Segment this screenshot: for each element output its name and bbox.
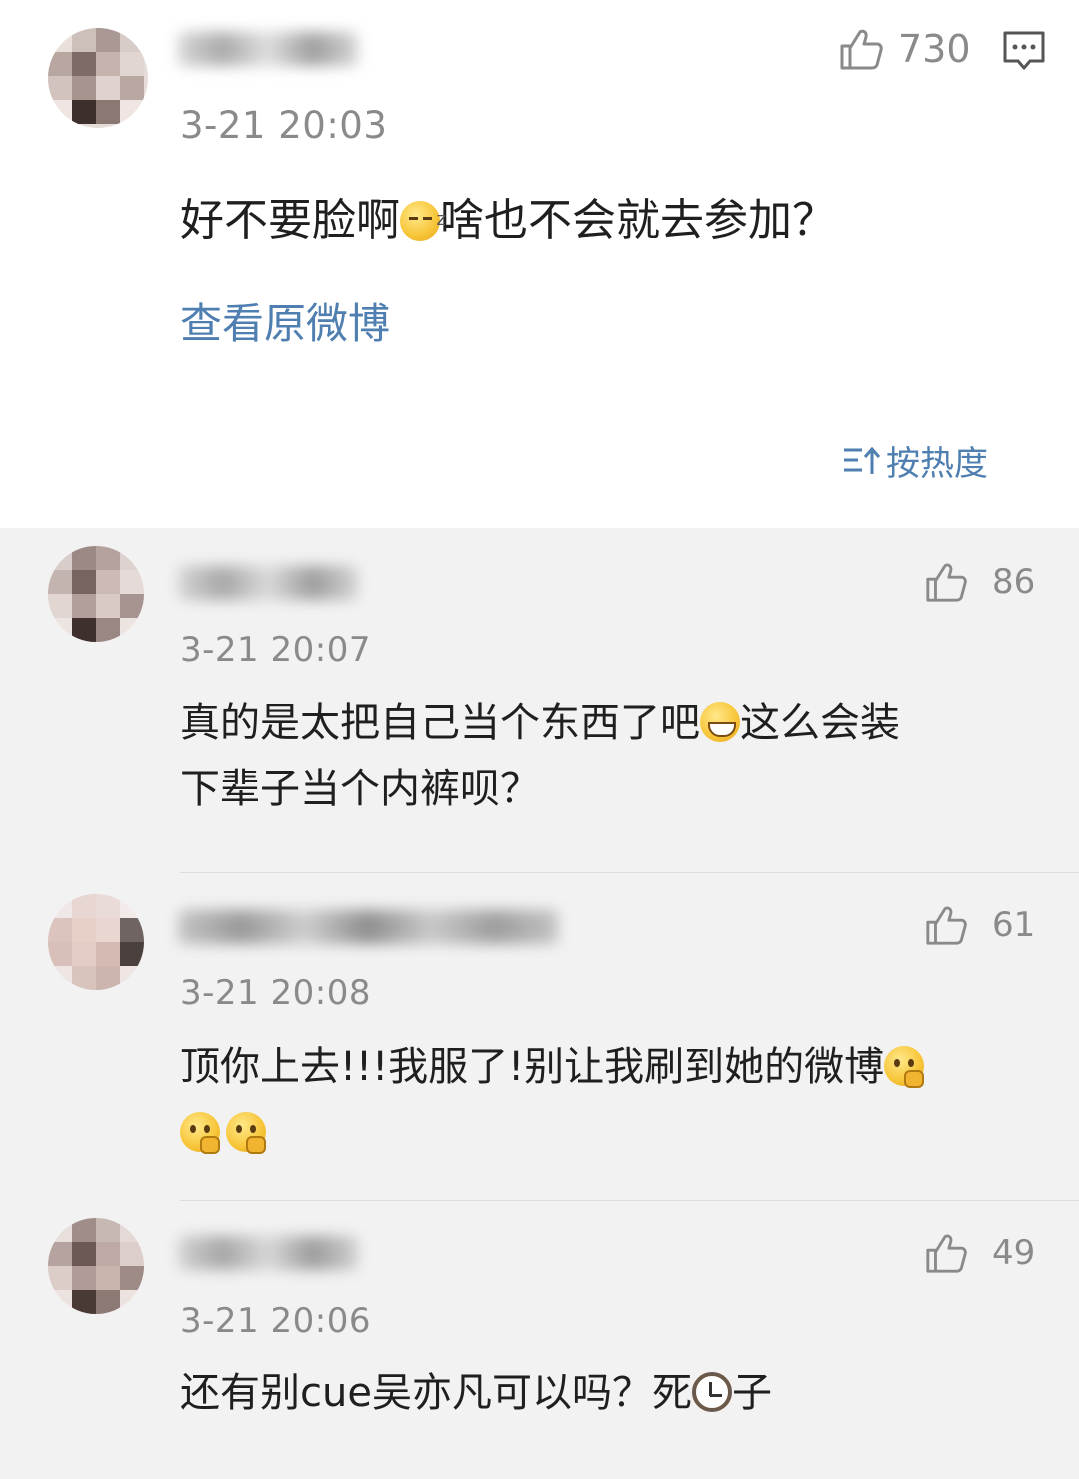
post-text-end: 啥也不会就去参加？	[440, 195, 836, 246]
username-blurred[interactable]	[178, 566, 358, 600]
view-original-weibo-link[interactable]: 查看原微博	[180, 290, 390, 351]
like-button[interactable]: 86	[924, 560, 1035, 604]
sort-icon	[844, 446, 880, 474]
comment-timestamp: 3-21 20:07	[180, 630, 371, 670]
thinking-emoji-icon	[226, 1112, 266, 1154]
thumbs-up-icon	[926, 563, 967, 602]
sort-label: 按热度	[886, 444, 988, 484]
like-count: 86	[992, 562, 1036, 602]
comment-text: 顶你上去!!!我服了!别让我刷到她的微博	[180, 1044, 885, 1090]
thumbs-up-icon	[926, 906, 967, 945]
username-blurred[interactable]	[178, 1236, 358, 1270]
avatar[interactable]	[48, 28, 148, 128]
comment-timestamp: 3-21 20:08	[180, 973, 371, 1013]
post-text-start: 好不要脸啊	[180, 195, 400, 246]
grin-emoji-icon	[700, 702, 740, 742]
thinking-emoji-icon	[180, 1112, 220, 1154]
comment-text: 这么会装	[740, 700, 900, 746]
thinking-emoji-icon	[884, 1046, 925, 1088]
sort-by-hot-button[interactable]: 按热度	[842, 436, 988, 485]
comment-content: 还有别cue吴亦凡可以吗？死子	[180, 1360, 772, 1426]
comment-timestamp: 3-21 20:06	[180, 1301, 371, 1341]
avatar[interactable]	[48, 1218, 144, 1314]
comment-button[interactable]	[1000, 28, 1048, 78]
watch-emoji-icon	[691, 1372, 732, 1412]
comment-list	[0, 528, 1079, 1479]
like-button[interactable]: 730	[838, 26, 971, 72]
comment-content: 真的是太把自己当个东西了吧 这么会装 下辈子当个内裤呗？	[180, 690, 900, 822]
like-count: 61	[992, 905, 1036, 945]
original-post: 730 3-21 20:03 好不要脸啊啥也不会就去参加？ 查看原微博 按热度	[0, 0, 1079, 528]
comment-text: 下辈子当个内裤呗？	[180, 766, 540, 812]
comment-content: 顶你上去!!!我服了!别让我刷到她的微博	[180, 1034, 925, 1166]
avatar[interactable]	[48, 894, 144, 990]
post-content: 好不要脸啊啥也不会就去参加？	[180, 187, 836, 254]
like-count: 730	[898, 27, 971, 71]
comment-text: 子	[731, 1370, 772, 1416]
avatar[interactable]	[48, 546, 144, 642]
username-blurred[interactable]	[178, 910, 558, 944]
divider	[180, 1200, 1079, 1201]
comment-text: 还有别cue吴亦凡可以吗？死	[180, 1370, 692, 1416]
like-count: 49	[992, 1233, 1036, 1273]
username-blurred[interactable]	[178, 32, 358, 66]
comment-text: 真的是太把自己当个东西了吧	[180, 700, 700, 746]
thumbs-up-icon	[840, 29, 883, 70]
like-button[interactable]: 61	[924, 903, 1035, 947]
thumbs-up-icon	[926, 1234, 967, 1273]
comment-icon	[1003, 31, 1045, 70]
sleepy-face-emoji-icon	[400, 187, 446, 253]
divider	[180, 872, 1079, 873]
like-button[interactable]: 49	[924, 1231, 1035, 1275]
post-timestamp: 3-21 20:03	[180, 104, 388, 147]
